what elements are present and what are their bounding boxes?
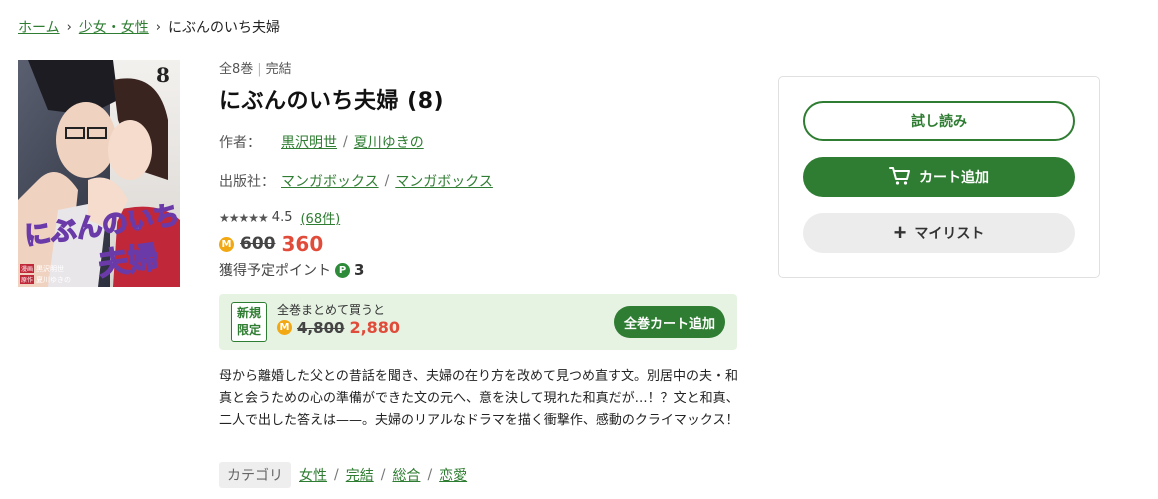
trial-read-label: 試し読み	[911, 113, 967, 129]
rating-value: 4.5	[271, 210, 293, 225]
review-count-link[interactable]: (68件)	[300, 208, 340, 227]
chevron-right-icon: ›	[66, 19, 72, 35]
book-description: 母から離婚した父との昔話を聞き、夫婦の在り方を改めて見つめ直す文。別居中の夫・和…	[219, 369, 739, 428]
cart-icon	[889, 166, 911, 189]
cover-credit-author: 黒沢明世	[36, 264, 64, 273]
trial-read-button[interactable]: 試し読み	[803, 101, 1075, 141]
badge-line2: 限定	[236, 323, 261, 337]
breadcrumb-category[interactable]: 少女・女性	[79, 17, 149, 37]
star-rating-icon: ★★★★★	[219, 210, 269, 225]
book-cover-image[interactable]: 8 にぶんのいち 夫婦 漫画 黒沢明世 原作 夏川ゆきの	[18, 60, 180, 287]
add-to-mylist-button[interactable]: + マイリスト	[803, 213, 1075, 253]
coin-icon: M	[277, 320, 292, 335]
purchase-panel: 試し読み カート追加 + マイリスト	[778, 76, 1100, 278]
category-list: カテゴリ 女性 / 完結 / 総合 / 恋愛	[219, 462, 467, 488]
volume-count: 全8巻	[219, 62, 254, 77]
cover-volume-number: 8	[156, 63, 170, 87]
category-label: カテゴリ	[219, 462, 291, 488]
coin-icon: M	[219, 236, 234, 252]
category-separator: /	[427, 467, 433, 483]
publisher-link-2[interactable]: マンガボックス	[395, 171, 493, 191]
book-title: にぶんのいち夫婦 (8)	[219, 89, 445, 114]
price-row: M 600 360	[219, 232, 739, 256]
category-separator: /	[380, 467, 386, 483]
author-link-1[interactable]: 黒沢明世	[281, 132, 337, 152]
breadcrumb: ホーム › 少女・女性 › にぶんのいち夫婦	[18, 17, 280, 37]
author-label: 作者：	[219, 135, 261, 151]
category-link-completed[interactable]: 完結	[346, 465, 374, 485]
add-all-to-cart-button[interactable]: 全巻カート追加	[613, 306, 725, 338]
mylist-label: マイリスト	[914, 225, 985, 241]
breadcrumb-home[interactable]: ホーム	[18, 17, 60, 37]
promo-text: 全巻まとめて買うと	[277, 303, 386, 317]
category-link-romance[interactable]: 恋愛	[439, 465, 467, 485]
author-row: 作者： 黒沢明世 / 夏川ゆきの	[219, 132, 739, 152]
publisher-separator: /	[384, 173, 390, 189]
book-info: 全8巻 | 完結 にぶんのいち夫婦 (8) 作者： 黒沢明世 / 夏川ゆきの 出版社…	[219, 58, 739, 280]
bundle-original-price: 4,800	[297, 318, 345, 337]
publisher-link-1[interactable]: マンガボックス	[281, 171, 379, 191]
category-separator: /	[334, 467, 339, 483]
chevron-right-icon: ›	[155, 19, 161, 35]
cover-credit-writer: 夏川ゆきの	[36, 276, 71, 284]
sale-price: 360	[281, 232, 324, 256]
publisher-label: 出版社：	[219, 174, 275, 190]
add-to-cart-button[interactable]: カート追加	[803, 157, 1075, 197]
cover-credit-role-writer: 原作	[21, 276, 33, 284]
rating-row: ★★★★★ 4.5 (68件)	[219, 208, 739, 227]
bundle-promo-banner: 新規 限定 全巻まとめて買うと M 4,800 2,880 全巻カート追加	[219, 294, 737, 350]
publisher-row: 出版社： マンガボックス / マンガボックス	[219, 171, 739, 191]
original-price: 600	[240, 234, 276, 254]
volume-meta: 全8巻 | 完結	[219, 58, 739, 77]
meta-divider: |	[257, 62, 262, 77]
breadcrumb-current: にぶんのいち夫婦	[168, 20, 280, 36]
author-separator: /	[343, 134, 348, 150]
category-link-general[interactable]: 総合	[392, 465, 420, 485]
points-row: 獲得予定ポイント P 3	[219, 260, 739, 280]
category-link-female[interactable]: 女性	[299, 465, 327, 485]
badge-line1: 新規	[236, 306, 261, 320]
promo-price-row: M 4,800 2,880	[277, 318, 400, 337]
bundle-sale-price: 2,880	[349, 318, 401, 337]
points-value: 3	[354, 261, 365, 279]
new-user-limited-badge: 新規 限定	[231, 302, 267, 342]
series-status: 完結	[265, 62, 292, 77]
point-icon: P	[335, 262, 350, 278]
plus-icon: +	[893, 220, 907, 245]
add-to-cart-label: カート追加	[919, 169, 989, 185]
points-label: 獲得予定ポイント	[219, 263, 331, 279]
cover-credit-role-author: 漫画	[21, 265, 33, 273]
author-link-2[interactable]: 夏川ゆきの	[354, 132, 424, 152]
